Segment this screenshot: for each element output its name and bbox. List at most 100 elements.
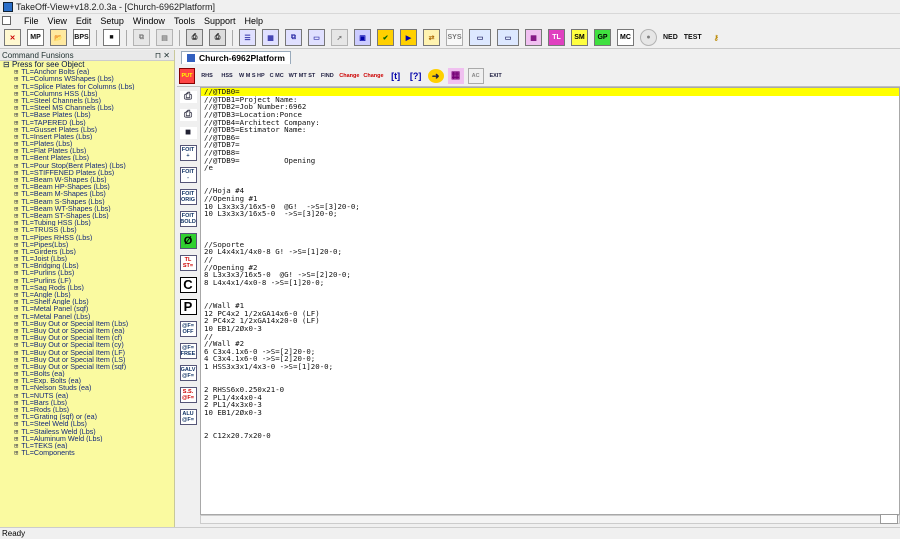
menu-setup[interactable]: Setup — [100, 16, 124, 26]
rhs-button[interactable]: RHS — [199, 68, 215, 84]
expand-icon[interactable]: ⊞ — [14, 428, 18, 435]
tree-root[interactable]: ⊟ Press for see Object — [0, 60, 174, 68]
expand-icon[interactable]: ⊞ — [14, 205, 18, 212]
expand-icon[interactable]: ⊞ — [14, 341, 18, 348]
pointer-icon[interactable]: ➚ — [331, 29, 348, 46]
expand-icon[interactable]: ⊞ — [14, 356, 18, 363]
pink-grid-icon[interactable]: ▦ — [525, 29, 542, 46]
tree-item[interactable]: ⊞ TL=Beam M-Shapes (Lbs) — [0, 190, 174, 197]
wt-button[interactable]: WT MT ST — [289, 68, 316, 84]
expand-icon[interactable]: ⊞ — [14, 320, 18, 327]
expand-icon[interactable]: ⊞ — [14, 147, 18, 154]
test-icon[interactable]: TEST — [684, 29, 702, 46]
expand-icon[interactable]: ⊞ — [14, 248, 18, 255]
tree-item[interactable]: ⊞ TL=Buy Out or Special Item (sqf) — [0, 363, 174, 370]
tree-item[interactable]: ⊞ TL=Angle (Lbs) — [0, 291, 174, 298]
menu-tools[interactable]: Tools — [174, 16, 195, 26]
font-bold-button[interactable]: FOIT BOLD — [179, 211, 197, 227]
expand-icon[interactable]: ⊞ — [14, 97, 18, 104]
expand-icon[interactable]: ⊞ — [14, 162, 18, 169]
tree-item[interactable]: ⊞ TL=Purlins (LF) — [0, 277, 174, 284]
expand-icon[interactable]: ⊞ — [14, 449, 18, 456]
tree-item[interactable]: ⊞ TL=Buy Out or Special Item (LF) — [0, 349, 174, 356]
tree-item[interactable]: ⊞ TL=Bars (Lbs) — [0, 399, 174, 406]
expand-icon[interactable]: ⊞ — [14, 277, 18, 284]
bps-icon[interactable]: BPS — [73, 29, 90, 46]
tree-item[interactable]: ⊞ TL=Buy Out or Special Item (ea) — [0, 327, 174, 334]
f-off-button[interactable]: @F= OFF — [179, 321, 197, 337]
expand-icon[interactable]: ⊞ — [14, 176, 18, 183]
tree-item[interactable]: ⊞ TL=Metal Panel (Lbs) — [0, 313, 174, 320]
expand-icon[interactable]: ⊞ — [14, 349, 18, 356]
tree-item[interactable]: ⊞ TL=Buy Out or Special Item (LS) — [0, 356, 174, 363]
expand-icon[interactable]: ⊞ — [14, 327, 18, 334]
expand-icon[interactable]: ⊞ — [14, 119, 18, 126]
tree-item[interactable]: ⊞ TL=Anchor Bolts (ea) — [0, 68, 174, 75]
tl-st-button[interactable]: TL ST= — [179, 255, 197, 271]
tree-item[interactable]: ⊞ TL=Beam W-Shapes (Lbs) — [0, 176, 174, 183]
expand-icon[interactable]: ⊞ — [14, 262, 18, 269]
expand-icon[interactable]: ⊞ — [14, 126, 18, 133]
expand-icon[interactable]: ⊞ — [14, 413, 18, 420]
tree-item[interactable]: ⊞ TL=Steel Channels (Lbs) — [0, 97, 174, 104]
tree-item[interactable]: ⊞ TL=Tubing HSS (Lbs) — [0, 219, 174, 226]
menu-support[interactable]: Support — [204, 16, 236, 26]
expand-icon[interactable]: ⊞ — [14, 284, 18, 291]
circle-arrow-icon[interactable]: ➜ — [427, 68, 444, 83]
expand-icon[interactable]: ⊞ — [14, 384, 18, 391]
put-button[interactable]: PUT — [179, 67, 195, 84]
font-minus-button[interactable]: FOIT - — [179, 167, 197, 183]
mp-icon[interactable]: MP — [27, 29, 44, 46]
expand-icon[interactable]: ⊞ — [14, 104, 18, 111]
window2-icon[interactable]: ▭ — [497, 29, 519, 46]
expand-icon[interactable]: ⊞ — [14, 190, 18, 197]
tree-item[interactable]: ⊞ TL=Beam ST-Shapes (Lbs) — [0, 212, 174, 219]
expand-icon[interactable]: ⊞ — [14, 68, 18, 75]
tree-item[interactable]: ⊞ TL=Sag Rods (Lbs) — [0, 284, 174, 291]
tree-item[interactable]: ⊞ TL=Shelf Angle (Lbs) — [0, 298, 174, 305]
tree-item[interactable]: ⊞ TL=Metal Panel (sqf) — [0, 305, 174, 312]
tree-item[interactable]: ⊞ TL=Bolts (ea) — [0, 370, 174, 377]
expand-icon[interactable]: ⊞ — [14, 305, 18, 312]
hss-button[interactable]: HSS — [219, 68, 235, 84]
tree-item[interactable]: ⊞ TL=Components — [0, 449, 174, 456]
tree-item[interactable]: ⊞ TL=Grating (sqf) or (ea) — [0, 413, 174, 420]
tree-item[interactable]: ⊞ TL=TAPERED (Lbs) — [0, 119, 174, 126]
tree-item[interactable]: ⊞ TL=Steel Weld (Lbs) — [0, 420, 174, 427]
play-icon[interactable]: ▶ — [400, 29, 417, 46]
expand-icon[interactable]: ⊞ — [14, 241, 18, 248]
tree-item[interactable]: ⊞ TL=Rods (Lbs) — [0, 406, 174, 413]
paste-icon[interactable]: ▤ — [156, 29, 173, 46]
f-free-button[interactable]: @F= FREE — [179, 343, 197, 359]
font-orig-button[interactable]: FOIT ORIG — [179, 189, 197, 205]
menu-window[interactable]: Window — [133, 16, 165, 26]
tree-item[interactable]: ⊞ TL=NUTS (ea) — [0, 392, 174, 399]
key-icon[interactable]: ⚷ — [708, 29, 725, 46]
gp-icon[interactable]: GP — [594, 29, 611, 46]
galv-button[interactable]: GALV @F= — [179, 365, 197, 381]
tree-item[interactable]: ⊞ TL=Beam WT-Shapes (Lbs) — [0, 205, 174, 212]
tree-item[interactable]: ⊞ TL=Aluminum Weld (Lbs) — [0, 435, 174, 442]
expand-icon[interactable]: ⊞ — [14, 140, 18, 147]
close-x-icon[interactable]: ✕ — [4, 29, 21, 46]
list-icon[interactable]: ☰ — [239, 29, 256, 46]
tree-item[interactable]: ⊞ TL=Pipes(Lbs) — [0, 241, 174, 248]
doc-icon[interactable]: ▭ — [308, 29, 325, 46]
expand-icon[interactable]: ⊞ — [14, 83, 18, 90]
expand-icon[interactable]: ⊞ — [14, 219, 18, 226]
tree-item[interactable]: ⊞ TL=Flat Plates (Lbs) — [0, 147, 174, 154]
mc-icon[interactable]: MC — [617, 29, 634, 46]
expand-icon[interactable]: ⊞ — [14, 154, 18, 161]
save-icon[interactable]: ■ — [179, 127, 197, 139]
expand-icon[interactable]: ⊞ — [14, 269, 18, 276]
expand-icon[interactable]: ⊞ — [14, 133, 18, 140]
document-tab[interactable]: Church-6962Platform — [181, 51, 291, 64]
tree-item[interactable]: ⊞ TL=Purlins (Lbs) — [0, 269, 174, 276]
tree-item[interactable]: ⊞ TL=Plates (Lbs) — [0, 140, 174, 147]
expand-icon[interactable]: ⊞ — [14, 370, 18, 377]
menu-help[interactable]: Help — [244, 16, 263, 26]
expand-icon[interactable]: ⊞ — [14, 420, 18, 427]
tree-item[interactable]: ⊞ TL=Beam S-Shapes (Lbs) — [0, 198, 174, 205]
print-icon[interactable]: ⎙ — [186, 29, 203, 46]
tag-t-button[interactable]: [t] — [388, 68, 404, 84]
